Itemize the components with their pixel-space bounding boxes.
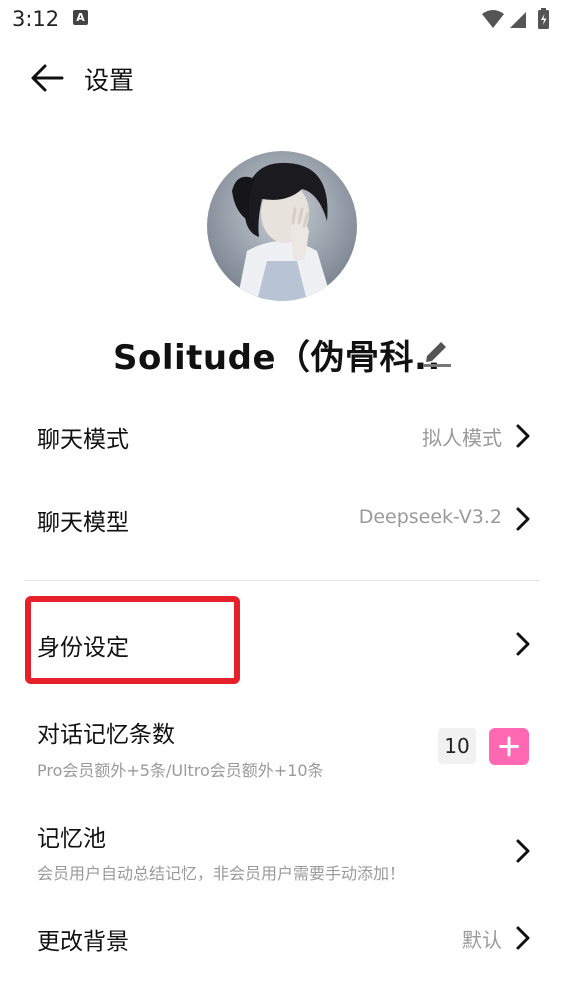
chat-model-value: Deepseek-V3.2 <box>358 506 502 528</box>
cell-signal-icon <box>510 12 526 28</box>
plus-icon <box>499 736 519 757</box>
memory-count-sub: Pro会员额外+5条/Ultro会员额外+10条 <box>37 761 324 780</box>
memory-pool-label: 记忆池 <box>37 826 106 852</box>
avatar-image <box>207 151 357 301</box>
battery-icon <box>538 8 549 29</box>
status-time: 3:12 <box>12 7 60 31</box>
edit-pencil-icon <box>423 342 451 367</box>
chevron-right-icon <box>516 926 530 950</box>
memory-count-value: 10 <box>438 728 476 764</box>
chevron-right-icon <box>516 839 530 863</box>
profile-name: Solitude（伪骨科.. <box>113 338 441 378</box>
avatar[interactable] <box>207 151 357 301</box>
chat-mode-label: 聊天模式 <box>37 427 129 453</box>
memory-count-row: 对话记忆条数 Pro会员额外+5条/Ultro会员额外+10条 <box>0 708 564 784</box>
status-icons <box>482 8 549 29</box>
status-bar: 3:12 A <box>0 0 564 40</box>
app-header: 设置 <box>0 50 564 106</box>
background-row[interactable]: 更改背景 默认 <box>0 906 564 970</box>
profile-name-row: Solitude（伪骨科.. <box>0 326 564 378</box>
page-title: 设置 <box>84 66 135 95</box>
chat-model-label: 聊天模型 <box>37 510 129 536</box>
back-button[interactable] <box>28 60 68 96</box>
edit-name-button[interactable] <box>421 334 453 368</box>
wifi-icon <box>482 10 504 28</box>
background-value: 默认 <box>462 928 502 952</box>
background-label: 更改背景 <box>37 929 129 955</box>
section-divider <box>24 580 540 581</box>
chat-mode-value: 拟人模式 <box>422 426 502 450</box>
back-arrow-icon <box>31 64 64 92</box>
increase-memory-button[interactable] <box>489 728 529 765</box>
chevron-right-icon <box>516 507 530 531</box>
memory-pool-row[interactable]: 记忆池 会员用户自动总结记忆，非会员用户需要手动添加！ <box>0 811 564 887</box>
memory-count-label: 对话记忆条数 <box>37 722 175 748</box>
chat-mode-row[interactable]: 聊天模式 拟人模式 <box>0 404 564 468</box>
highlight-box <box>25 596 240 684</box>
memory-pool-sub: 会员用户自动总结记忆，非会员用户需要手动添加！ <box>37 864 406 883</box>
chat-model-row[interactable]: 聊天模型 Deepseek-V3.2 <box>0 487 564 551</box>
chevron-right-icon <box>516 424 530 448</box>
notification-icon: A <box>73 10 88 25</box>
chevron-right-icon <box>516 632 530 656</box>
